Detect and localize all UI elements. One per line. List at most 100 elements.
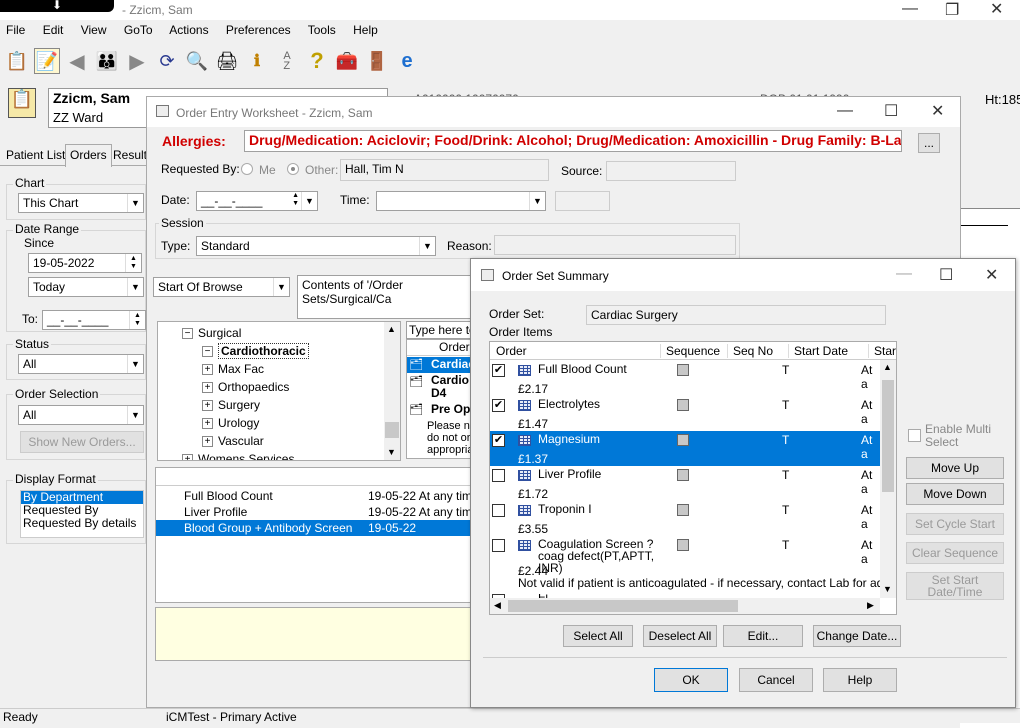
help-question-icon[interactable]: ? xyxy=(304,48,330,74)
tab-patient-list[interactable]: Patient List xyxy=(6,148,65,162)
date-input[interactable]: __-__-____ ▼ ▲ ▼ xyxy=(196,191,318,211)
change-date-button[interactable]: Change Date... xyxy=(813,625,901,647)
spin-icon[interactable]: ▲ ▼ xyxy=(129,311,145,329)
minimize-button[interactable]: — xyxy=(902,0,918,18)
order-item-row[interactable]: Troponin I T At a £3.55 xyxy=(490,501,880,536)
tab-orders[interactable]: Orders xyxy=(65,144,112,167)
help-button[interactable]: Help xyxy=(823,668,897,692)
type-dropdown[interactable]: Standard ▼ xyxy=(196,236,436,256)
order-items-grid[interactable]: Order Sequence Seq No Start Date Start ✔… xyxy=(489,341,897,615)
tree-node[interactable]: + Orthopaedics xyxy=(202,380,289,396)
select-all-button[interactable]: Select All xyxy=(563,625,633,647)
row-checkbox[interactable] xyxy=(492,469,505,482)
sequence-checkbox[interactable] xyxy=(677,504,689,516)
chart-dropdown[interactable]: This Chart ▼ xyxy=(18,193,144,213)
sort-az-icon[interactable]: AZ xyxy=(274,48,300,74)
expand-icon[interactable]: + xyxy=(202,436,213,448)
show-new-orders-button[interactable]: Show New Orders... xyxy=(20,431,144,453)
since-preset-dropdown[interactable]: Today ▼ xyxy=(28,277,144,297)
ok-button[interactable]: OK xyxy=(654,668,728,692)
tree-scrollbar[interactable]: ▲ ▼ xyxy=(384,322,400,460)
scroll-down-icon[interactable]: ▼ xyxy=(387,447,396,457)
move-up-button[interactable]: Move Up xyxy=(906,457,1004,479)
order-item-row[interactable]: ✔ Electrolytes T At a £1.47 xyxy=(490,396,880,431)
collapse-icon[interactable]: − xyxy=(182,328,193,340)
worksheet-minimize-button[interactable]: — xyxy=(837,102,853,120)
collapse-icon[interactable]: − xyxy=(202,346,213,358)
expand-icon[interactable]: + xyxy=(202,364,213,376)
scroll-thumb[interactable] xyxy=(385,422,399,438)
menu-edit[interactable]: Edit xyxy=(43,23,64,37)
tree-node[interactable]: + Vascular xyxy=(202,434,264,450)
chevron-down-icon[interactable]: ▼ xyxy=(301,192,317,210)
print-icon[interactable]: 🖨 xyxy=(214,48,240,74)
sequence-checkbox[interactable] xyxy=(677,469,689,481)
expand-icon[interactable]: + xyxy=(182,454,193,460)
tree-node[interactable]: + Womens Services xyxy=(182,452,294,460)
grid-hscroll[interactable]: ◀ ▶ xyxy=(490,598,880,614)
source-field[interactable] xyxy=(606,161,736,181)
list-item[interactable]: 🗂 Cardio D4 xyxy=(407,374,475,402)
scroll-left-icon[interactable]: ◀ xyxy=(494,600,501,611)
menu-actions[interactable]: Actions xyxy=(169,23,208,37)
tree-node[interactable]: + Surgery xyxy=(202,398,260,414)
tree-node[interactable]: − Cardiothoracic xyxy=(202,343,309,360)
tree-node[interactable]: − Surgical xyxy=(182,326,241,342)
allergies-more-button[interactable]: ... xyxy=(918,133,940,153)
tree-node[interactable]: + Max Fac xyxy=(202,362,264,378)
back-arrow-icon[interactable]: ◀ xyxy=(64,48,90,74)
tree-node[interactable]: + Urology xyxy=(202,416,259,432)
display-format-option[interactable]: Requested By details xyxy=(21,517,143,530)
expand-icon[interactable]: + xyxy=(202,382,213,394)
list-item[interactable]: 🗂 Pre Op xyxy=(407,402,475,418)
summary-minimize-button[interactable]: — xyxy=(896,265,912,283)
summary-maximize-button[interactable]: ☐ xyxy=(939,265,953,285)
to-date-input[interactable]: __-__-____ ▲ ▼ xyxy=(42,310,146,330)
expand-icon[interactable]: + xyxy=(202,400,213,412)
order-item-row[interactable]: ✔ Full Blood Count T At a £2.17 xyxy=(490,361,880,396)
clear-sequence-button[interactable]: Clear Sequence xyxy=(906,542,1004,564)
info-icon[interactable]: ℹ xyxy=(244,48,270,74)
menu-help[interactable]: Help xyxy=(353,23,378,37)
cancel-button[interactable]: Cancel xyxy=(739,668,813,692)
exit-door-icon[interactable]: 🚪 xyxy=(364,48,390,74)
order-item-row[interactable]: Coagulation Screen ?coag defect(PT,APTT,… xyxy=(490,536,896,590)
table-row[interactable]: Liver Profile 19-05-22 At any time xyxy=(156,504,486,520)
set-cycle-start-button[interactable]: Set Cycle Start xyxy=(906,513,1004,535)
me-radio[interactable] xyxy=(241,163,253,175)
worksheet-maximize-button[interactable]: ☐ xyxy=(884,101,898,121)
since-date-input[interactable]: 19-05-2022 ▲ ▼ xyxy=(28,253,142,273)
col-sequence[interactable]: Sequence xyxy=(660,344,720,358)
move-down-button[interactable]: Move Down xyxy=(906,483,1004,505)
set-start-date-time-button[interactable]: Set Start Date/Time xyxy=(906,572,1004,600)
row-checkbox[interactable] xyxy=(492,539,505,552)
menu-preferences[interactable]: Preferences xyxy=(226,23,291,37)
scroll-up-icon[interactable]: ▲ xyxy=(387,324,396,334)
status-dropdown[interactable]: All ▼ xyxy=(18,354,144,374)
list-item[interactable]: 🗂 Cardiac xyxy=(407,357,475,373)
order-set-list[interactable]: Order 🗂 Cardiac 🗂 Cardio D4 🗂 Pre Op Ple… xyxy=(406,339,476,459)
grid-vscroll[interactable]: ▲ ▼ xyxy=(880,360,896,598)
restore-button[interactable]: ❐ xyxy=(945,0,959,20)
menu-goto[interactable]: GoTo xyxy=(124,23,153,37)
sequence-checkbox[interactable] xyxy=(677,434,689,446)
sequence-checkbox[interactable] xyxy=(677,399,689,411)
menu-tools[interactable]: Tools xyxy=(308,23,336,37)
col-start-date[interactable]: Start Date xyxy=(788,344,848,358)
tools-icon[interactable]: 🧰 xyxy=(334,48,360,74)
sequence-checkbox[interactable] xyxy=(677,539,689,551)
table-row[interactable]: Blood Group + Antibody Screen 19-05-22 xyxy=(156,520,486,536)
menu-view[interactable]: View xyxy=(81,23,107,37)
display-format-list[interactable]: By Department Requested By Requested By … xyxy=(20,490,144,538)
worksheet-close-button[interactable]: ✕ xyxy=(931,101,944,121)
internet-explorer-icon[interactable]: e xyxy=(394,48,420,74)
order-selection-dropdown[interactable]: All ▼ xyxy=(18,405,144,425)
reason-field[interactable] xyxy=(494,235,736,255)
order-notes-area[interactable] xyxy=(155,607,485,661)
menu-file[interactable]: File xyxy=(6,23,25,37)
expand-icon[interactable]: + xyxy=(202,418,213,430)
scroll-right-icon[interactable]: ▶ xyxy=(867,600,874,611)
search-person-icon[interactable]: 🔍 xyxy=(184,48,210,74)
deselect-all-button[interactable]: Deselect All xyxy=(643,625,717,647)
scroll-down-icon[interactable]: ▼ xyxy=(883,584,892,594)
